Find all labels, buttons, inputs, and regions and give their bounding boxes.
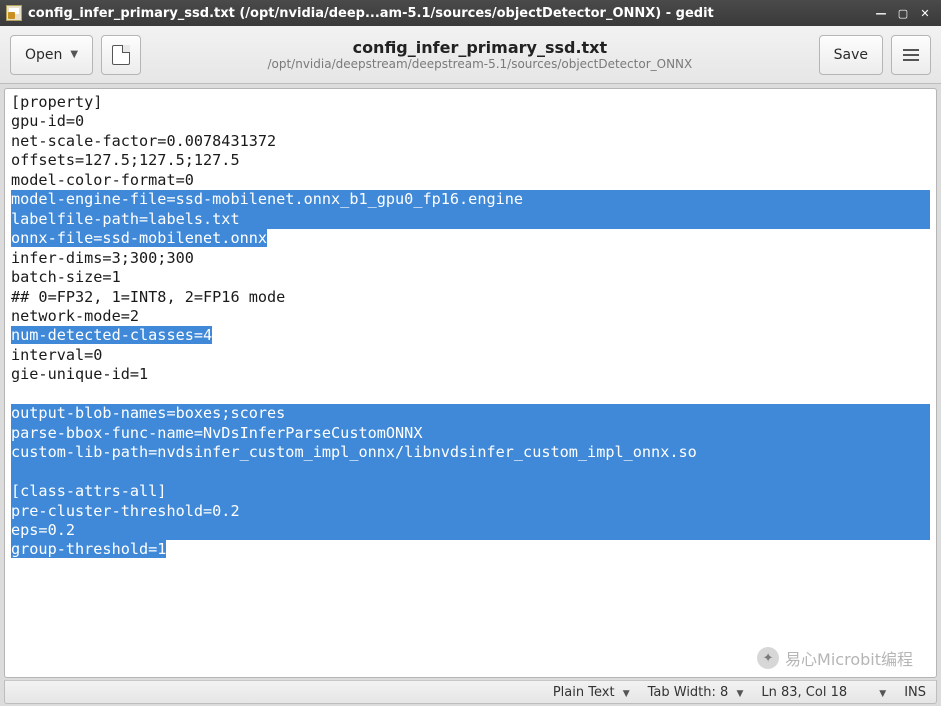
editor-line[interactable] bbox=[11, 463, 930, 482]
maximize-button[interactable]: ▢ bbox=[893, 4, 913, 22]
tabwidth-selector[interactable]: Tab Width: 8 ▼ bbox=[648, 685, 744, 700]
window-title: config_infer_primary_ssd.txt (/opt/nvidi… bbox=[28, 6, 869, 21]
close-button[interactable]: ✕ bbox=[915, 4, 935, 22]
editor-line[interactable]: eps=0.2 bbox=[11, 521, 930, 540]
statusbar: Plain Text ▼ Tab Width: 8 ▼ Ln 83, Col 1… bbox=[4, 680, 937, 704]
document-header: config_infer_primary_ssd.txt /opt/nvidia… bbox=[149, 38, 811, 71]
editor-line[interactable]: gpu-id=0 bbox=[11, 112, 930, 131]
hamburger-icon bbox=[903, 54, 919, 56]
new-document-icon bbox=[112, 45, 130, 65]
editor-line[interactable]: interval=0 bbox=[11, 346, 930, 365]
editor-line[interactable]: batch-size=1 bbox=[11, 268, 930, 287]
editor-line[interactable]: gie-unique-id=1 bbox=[11, 365, 930, 384]
toolbar: Open ▼ config_infer_primary_ssd.txt /opt… bbox=[0, 26, 941, 84]
document-filepath: /opt/nvidia/deepstream/deepstream-5.1/so… bbox=[149, 57, 811, 71]
editor-line[interactable]: net-scale-factor=0.0078431372 bbox=[11, 132, 930, 151]
editor-content[interactable]: [property]gpu-id=0net-scale-factor=0.007… bbox=[5, 89, 936, 564]
editor-line[interactable]: labelfile-path=labels.txt bbox=[11, 210, 930, 229]
editor-line[interactable]: ## 0=FP32, 1=INT8, 2=FP16 mode bbox=[11, 288, 930, 307]
editor-line[interactable]: infer-dims=3;300;300 bbox=[11, 249, 930, 268]
new-document-button[interactable] bbox=[101, 35, 141, 75]
editor-line[interactable]: [class-attrs-all] bbox=[11, 482, 930, 501]
save-button[interactable]: Save bbox=[819, 35, 883, 75]
chevron-down-icon: ▼ bbox=[70, 49, 78, 60]
editor-line[interactable]: network-mode=2 bbox=[11, 307, 930, 326]
editor-line[interactable]: group-threshold=1 bbox=[11, 540, 930, 559]
cursor-position: Ln 83, Col 18 ▼ bbox=[761, 685, 886, 700]
editor-line[interactable]: pre-cluster-threshold=0.2 bbox=[11, 502, 930, 521]
editor-line[interactable]: offsets=127.5;127.5;127.5 bbox=[11, 151, 930, 170]
editor-area[interactable]: [property]gpu-id=0net-scale-factor=0.007… bbox=[4, 88, 937, 678]
save-button-label: Save bbox=[834, 47, 868, 63]
editor-line[interactable]: [property] bbox=[11, 93, 930, 112]
chevron-down-icon: ▼ bbox=[879, 689, 886, 699]
editor-line[interactable]: onnx-file=ssd-mobilenet.onnx bbox=[11, 229, 930, 248]
document-filename: config_infer_primary_ssd.txt bbox=[149, 38, 811, 57]
insert-mode[interactable]: INS bbox=[904, 685, 926, 700]
editor-line[interactable] bbox=[11, 385, 930, 404]
chevron-down-icon: ▼ bbox=[623, 689, 630, 699]
syntax-selector[interactable]: Plain Text ▼ bbox=[553, 685, 630, 700]
editor-line[interactable]: num-detected-classes=4 bbox=[11, 326, 930, 345]
minimize-button[interactable]: — bbox=[871, 4, 891, 22]
syntax-label: Plain Text bbox=[553, 685, 615, 700]
editor-line[interactable]: model-color-format=0 bbox=[11, 171, 930, 190]
open-button[interactable]: Open ▼ bbox=[10, 35, 93, 75]
editor-line[interactable]: model-engine-file=ssd-mobilenet.onnx_b1_… bbox=[11, 190, 930, 209]
window-titlebar: config_infer_primary_ssd.txt (/opt/nvidi… bbox=[0, 0, 941, 26]
tabwidth-label: Tab Width: 8 bbox=[648, 685, 729, 700]
editor-line[interactable]: output-blob-names=boxes;scores bbox=[11, 404, 930, 423]
chevron-down-icon: ▼ bbox=[736, 689, 743, 699]
editor-line[interactable]: parse-bbox-func-name=NvDsInferParseCusto… bbox=[11, 424, 930, 443]
menu-button[interactable] bbox=[891, 35, 931, 75]
open-button-label: Open bbox=[25, 47, 62, 63]
editor-line[interactable]: custom-lib-path=nvdsinfer_custom_impl_on… bbox=[11, 443, 930, 462]
app-icon bbox=[6, 5, 22, 21]
